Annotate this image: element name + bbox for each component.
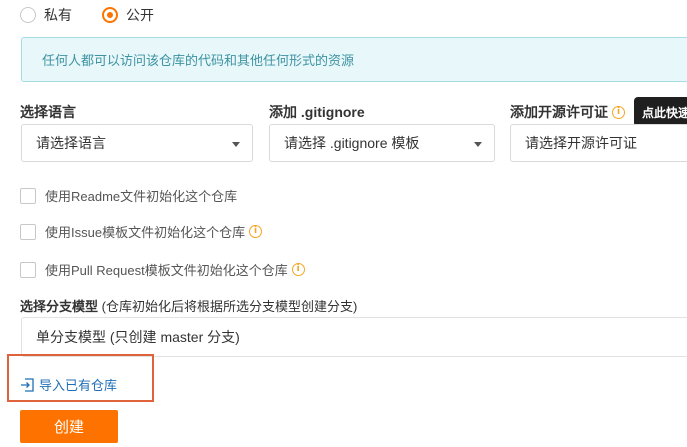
init-readme-checkbox[interactable] — [20, 187, 36, 204]
info-circle-icon[interactable]: i — [249, 225, 263, 238]
radio-public-circle[interactable] — [102, 7, 118, 23]
init-pr-option[interactable]: 使用Pull Request模板文件初始化这个仓库 i — [20, 260, 305, 279]
visibility-info-box: 任何人都可以访问该仓库的代码和其他任何形式的资源 — [21, 37, 687, 82]
info-circle-icon[interactable]: i — [612, 105, 625, 119]
radio-private[interactable]: 私有 — [20, 5, 72, 25]
radio-private-label: 私有 — [44, 7, 72, 23]
license-select-value: 请选择开源许可证 — [525, 135, 637, 151]
language-select[interactable]: 请选择语言 — [21, 124, 253, 162]
init-readme-label: 使用Readme文件初始化这个仓库 — [45, 189, 238, 204]
import-repo-link[interactable]: 导入已有仓库 — [20, 375, 117, 394]
license-tooltip: 点此快速 — [634, 97, 687, 127]
gitignore-label: 添加 .gitignore — [269, 104, 365, 120]
caret-down-icon — [232, 142, 240, 147]
visibility-info-text: 任何人都可以访问该仓库的代码和其他任何形式的资源 — [42, 53, 355, 68]
branch-model-title: 选择分支模型 — [20, 299, 99, 314]
branch-model-label: 选择分支模型 (仓库初始化后将根据所选分支模型创建分支) — [20, 296, 357, 315]
import-repo-label: 导入已有仓库 — [39, 378, 118, 393]
language-select-value: 请选择语言 — [36, 135, 106, 151]
init-issue-option[interactable]: 使用Issue模板文件初始化这个仓库 i — [20, 222, 263, 241]
branch-model-select[interactable]: 单分支模型 (只创建 master 分支) — [21, 317, 687, 357]
info-circle-icon[interactable]: i — [291, 263, 305, 276]
init-issue-checkbox[interactable] — [20, 223, 36, 240]
init-pr-checkbox[interactable] — [20, 261, 36, 278]
branch-model-value: 单分支模型 (只创建 master 分支) — [36, 329, 240, 345]
license-tooltip-text: 点此快速 — [642, 105, 687, 120]
license-label-row: 添加开源许可证 i — [510, 102, 625, 122]
caret-down-icon — [474, 142, 482, 147]
radio-public[interactable]: 公开 — [102, 5, 154, 25]
branch-model-note: (仓库初始化后将根据所选分支模型创建分支) — [98, 299, 358, 314]
init-readme-option[interactable]: 使用Readme文件初始化这个仓库 — [20, 186, 237, 205]
gitignore-select-value: 请选择 .gitignore 模板 — [284, 135, 420, 151]
radio-public-label: 公开 — [126, 7, 154, 23]
create-button[interactable]: 创建 — [20, 410, 118, 443]
init-pr-label: 使用Pull Request模板文件初始化这个仓库 — [45, 263, 288, 278]
radio-private-circle[interactable] — [20, 7, 36, 23]
gitignore-select[interactable]: 请选择 .gitignore 模板 — [269, 124, 495, 162]
license-select[interactable]: 请选择开源许可证 — [510, 124, 687, 162]
language-label: 选择语言 — [20, 104, 76, 120]
import-icon — [21, 377, 34, 392]
init-issue-label: 使用Issue模板文件初始化这个仓库 — [45, 225, 246, 240]
license-label: 添加开源许可证 — [510, 104, 608, 120]
visibility-options: 私有 公开 — [20, 4, 184, 26]
